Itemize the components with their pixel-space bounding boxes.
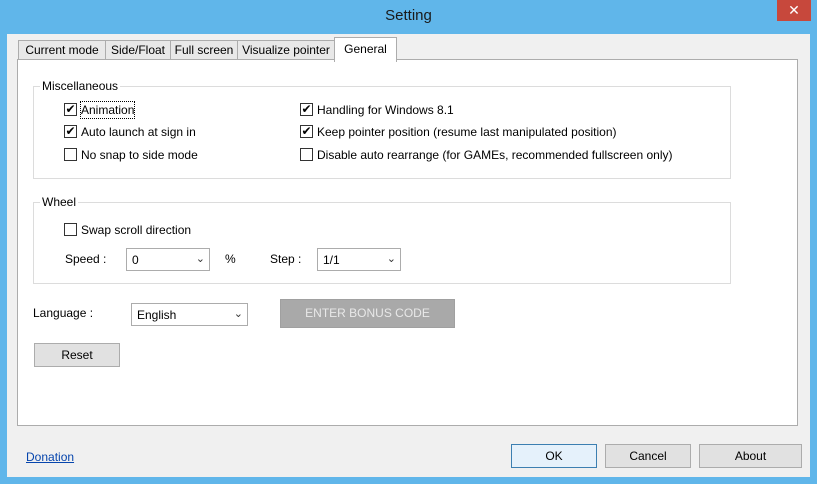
speed-label: Speed : — [65, 252, 107, 266]
chevron-down-icon: ⌄ — [195, 253, 205, 265]
disable-rearrange-box — [300, 148, 313, 161]
speed-value: 0 — [132, 253, 139, 267]
about-button[interactable]: About — [699, 444, 802, 468]
donation-link[interactable]: Donation — [26, 449, 74, 465]
keep-pointer-label: Keep pointer position (resume last manip… — [317, 125, 617, 139]
close-button[interactable]: ✕ — [777, 0, 811, 21]
handling-win81-label: Handling for Windows 8.1 — [317, 103, 454, 117]
tab-full-screen[interactable]: Full screen — [170, 40, 238, 61]
wheel-group: Wheel Swap scroll direction Speed : 0 ⌄ … — [33, 195, 731, 284]
chevron-down-icon: ⌄ — [386, 253, 396, 265]
step-value: 1/1 — [323, 253, 340, 267]
keep-pointer-check-icon: ✔ — [300, 124, 313, 138]
percent-label: % — [225, 252, 236, 266]
handling-win81-check-icon: ✔ — [300, 102, 313, 116]
no-snap-box — [64, 148, 77, 161]
no-snap-label: No snap to side mode — [81, 148, 198, 162]
language-select[interactable]: English ⌄ — [131, 303, 248, 326]
dialog-body: Current mode Side/Float Full screen Visu… — [7, 34, 810, 477]
ok-button[interactable]: OK — [511, 444, 597, 468]
swap-scroll-box — [64, 223, 77, 236]
tab-visualize-pointer[interactable]: Visualize pointer — [237, 40, 335, 61]
language-value: English — [137, 308, 177, 322]
auto-launch-check-icon: ✔ — [64, 124, 77, 138]
auto-launch-label: Auto launch at sign in — [81, 125, 196, 139]
window-title: Setting — [385, 7, 432, 24]
miscellaneous-group: Miscellaneous ✔ Animation ✔ Auto launch … — [33, 79, 731, 179]
tab-general[interactable]: General — [334, 37, 397, 62]
animation-check-icon: ✔ — [64, 102, 77, 116]
step-label: Step : — [270, 252, 302, 266]
speed-select[interactable]: 0 ⌄ — [126, 248, 210, 271]
title-bar: Setting ✕ — [0, 0, 817, 34]
cancel-button[interactable]: Cancel — [605, 444, 691, 468]
chevron-down-icon: ⌄ — [233, 308, 243, 320]
enter-bonus-code-button[interactable]: ENTER BONUS CODE — [280, 299, 455, 328]
step-select[interactable]: 1/1 ⌄ — [317, 248, 401, 271]
tab-current-mode[interactable]: Current mode — [18, 40, 106, 61]
language-label: Language : — [33, 306, 94, 320]
miscellaneous-title: Miscellaneous — [40, 79, 121, 93]
disable-rearrange-label: Disable auto rearrange (for GAMEs, recom… — [317, 148, 673, 162]
reset-button[interactable]: Reset — [34, 343, 120, 367]
tab-side-float[interactable]: Side/Float — [105, 40, 171, 61]
general-panel: Miscellaneous ✔ Animation ✔ Auto launch … — [17, 59, 798, 426]
swap-scroll-label: Swap scroll direction — [81, 223, 192, 237]
animation-label: Animation — [79, 101, 136, 119]
close-icon: ✕ — [788, 2, 800, 18]
wheel-title: Wheel — [40, 195, 79, 209]
